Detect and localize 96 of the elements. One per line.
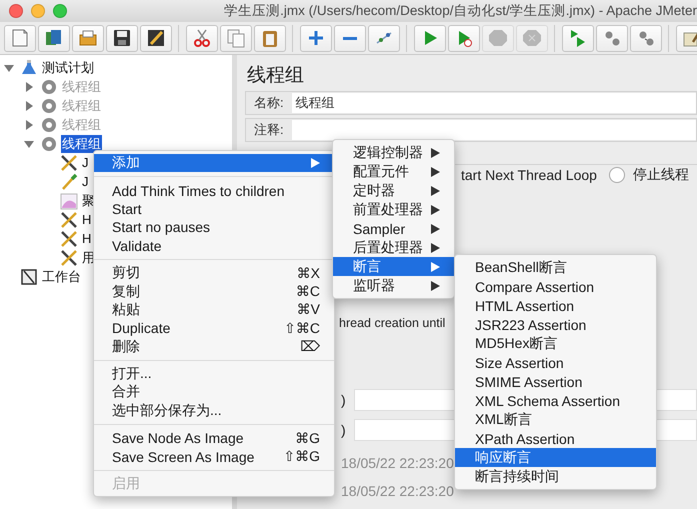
- tree-item[interactable]: 聚: [81, 192, 96, 210]
- menu-item[interactable]: 添加: [94, 154, 334, 172]
- tree-item[interactable]: 工作台: [41, 268, 82, 286]
- collapse-button[interactable]: [334, 24, 366, 52]
- expand-button[interactable]: [300, 24, 332, 52]
- menu-item[interactable]: 响应断言: [455, 448, 656, 467]
- tree-item[interactable]: J: [81, 174, 90, 189]
- menu-item[interactable]: Duplicate ⇧⌘C: [94, 319, 334, 338]
- stop-icon: [487, 28, 509, 48]
- menu-item[interactable]: 删除 ⌦: [94, 338, 334, 356]
- loop-action-text: tart Next Thread Loop: [461, 166, 597, 183]
- menu-item[interactable]: 选中部分保存为...: [94, 402, 334, 420]
- wrench-icon: [60, 154, 78, 172]
- window-title: 学生压测.jmx (/Users/hecom/Desktop/自动化st/学生压测.jmx) - Apache JMeter: [224, 2, 697, 20]
- name-label: 名称:: [254, 94, 284, 112]
- gear-icon: [40, 116, 58, 134]
- delay-text: hread creation until: [339, 316, 446, 330]
- gear-icon: [40, 96, 58, 114]
- menu-item[interactable]: 合并: [94, 383, 334, 402]
- menu-item[interactable]: JSR223 Assertion: [455, 315, 656, 334]
- menu-item[interactable]: MD5Hex断言: [455, 334, 656, 353]
- menu-item[interactable]: 配置元件: [333, 162, 454, 181]
- field-label: ): [341, 392, 346, 408]
- tree-item[interactable]: H: [81, 231, 92, 246]
- tree-item[interactable]: 测试计划: [41, 58, 95, 76]
- menu-item[interactable]: 剪切 ⌘X: [94, 264, 334, 282]
- menu-item[interactable]: Start no pauses: [94, 218, 334, 237]
- radio-label: 停止线程: [632, 166, 689, 184]
- menu-item[interactable]: Size Assertion: [455, 353, 656, 372]
- menu-item[interactable]: 复制 ⌘C: [94, 282, 334, 301]
- menu-item[interactable]: 逻辑控制器: [333, 143, 454, 162]
- menu-item[interactable]: XML断言: [455, 410, 656, 429]
- close-button[interactable]: [9, 4, 23, 18]
- save-button[interactable]: [106, 24, 138, 52]
- menu-item[interactable]: Add Think Times to children: [94, 181, 334, 200]
- chart-icon: [60, 192, 78, 210]
- menu-item[interactable]: Sampler: [333, 219, 454, 238]
- shutdown-icon: [521, 28, 543, 48]
- time-text: 18/05/22 22:23:20: [341, 454, 454, 471]
- new-button[interactable]: [4, 24, 36, 52]
- menu-item[interactable]: 打开...: [94, 364, 334, 384]
- cut-icon: [191, 28, 213, 48]
- copy-button[interactable]: [220, 24, 252, 52]
- tree-item[interactable]: 线程组: [61, 134, 102, 152]
- radio-button[interactable]: [608, 166, 625, 183]
- menu-item[interactable]: Save Node As Image ⌘G: [94, 429, 334, 448]
- menu-item[interactable]: 粘贴 ⌘V: [94, 300, 334, 320]
- toggle-button[interactable]: [368, 24, 400, 52]
- remote-stop-button[interactable]: [596, 24, 628, 52]
- time-text: 18/05/22 22:23:20: [341, 482, 454, 499]
- open-icon: [77, 28, 99, 48]
- name-field[interactable]: 线程组: [292, 92, 696, 113]
- menu-item[interactable]: Compare Assertion: [455, 277, 656, 296]
- tree-item[interactable]: H: [81, 212, 92, 227]
- menu-item[interactable]: 前置处理器: [333, 200, 454, 219]
- comment-label: 注释:: [254, 120, 284, 139]
- open-button[interactable]: [72, 24, 104, 52]
- gear-icon: [40, 134, 58, 152]
- menu-item[interactable]: BeanShell断言: [455, 258, 656, 277]
- comment-field[interactable]: [292, 120, 696, 140]
- menu-item[interactable]: Validate: [94, 236, 334, 255]
- zoom-button[interactable]: [53, 4, 67, 18]
- copy-icon: [225, 28, 247, 48]
- wrench-icon: [60, 230, 78, 248]
- menu-item[interactable]: SMIME Assertion: [455, 372, 656, 391]
- menu-item[interactable]: 断言持续时间: [455, 467, 656, 486]
- menu-item[interactable]: XPath Assertion: [455, 429, 656, 448]
- field-label: ): [341, 422, 346, 438]
- expanded-icon[interactable]: [24, 138, 34, 148]
- paste-button[interactable]: [254, 24, 286, 52]
- cut-button[interactable]: [186, 24, 218, 52]
- menu-item[interactable]: 监听器: [333, 276, 454, 295]
- menu-item[interactable]: 后置处理器: [333, 238, 454, 257]
- expanded-icon[interactable]: [4, 62, 14, 72]
- minus-icon: [343, 36, 357, 40]
- save-icon: [111, 28, 133, 48]
- panel-title: 线程组: [247, 64, 304, 88]
- remote-start-button[interactable]: [562, 24, 594, 52]
- wrench-icon: [60, 210, 78, 228]
- templates-button[interactable]: [38, 24, 70, 52]
- save-as-button[interactable]: [140, 24, 172, 52]
- menu-item[interactable]: Start: [94, 200, 334, 218]
- dropper-icon: [60, 172, 78, 190]
- workbench-icon: [20, 268, 38, 286]
- tree-item[interactable]: J: [81, 155, 90, 170]
- remote-shutdown-button[interactable]: [630, 24, 662, 52]
- start-no-pause-button[interactable]: [448, 24, 480, 52]
- flask-icon: [20, 58, 38, 76]
- menu-item[interactable]: Save Screen As Image ⇧⌘G: [94, 447, 334, 466]
- menu-item[interactable]: XML Schema Assertion: [455, 391, 656, 410]
- menu-item[interactable]: 定时器: [333, 181, 454, 200]
- start-button[interactable]: [414, 24, 446, 52]
- wrench-icon: [60, 248, 78, 266]
- gear-icon: [40, 78, 58, 96]
- menu-item[interactable]: HTML Assertion: [455, 296, 656, 315]
- menu-item[interactable]: 断言: [333, 257, 454, 276]
